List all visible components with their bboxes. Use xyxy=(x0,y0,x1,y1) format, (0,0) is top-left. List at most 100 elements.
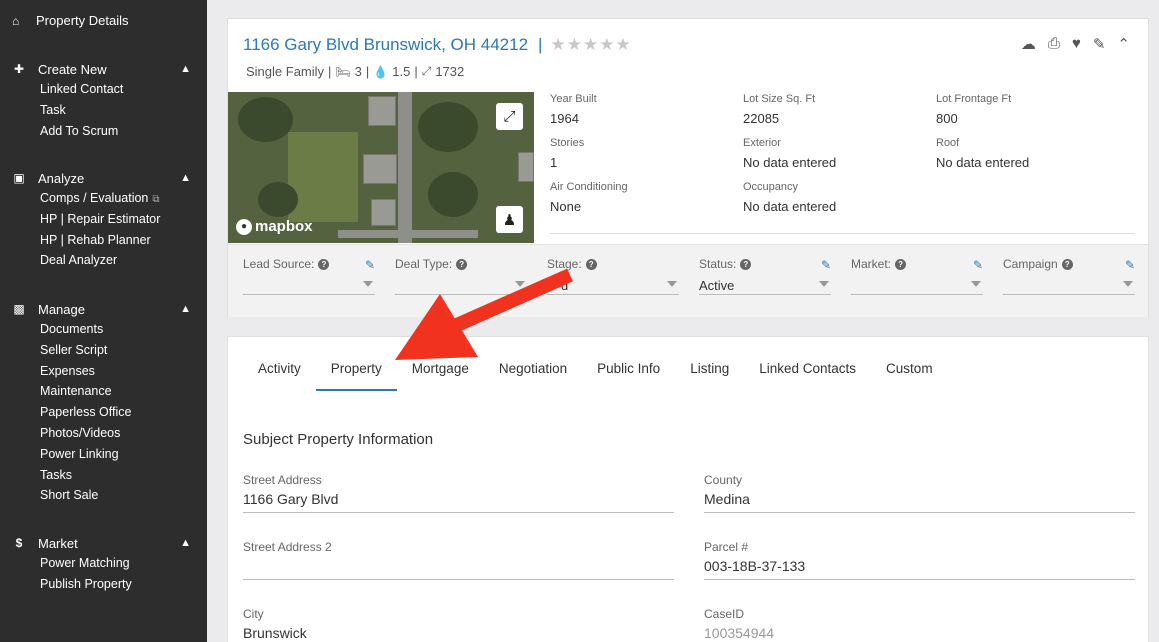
sidebar-item-deal-analyzer[interactable]: Deal Analyzer xyxy=(0,250,207,271)
pencil-icon[interactable]: ✎ xyxy=(1125,258,1135,272)
sidebar-item-power-matching[interactable]: Power Matching xyxy=(0,553,207,574)
county-input[interactable]: Medina xyxy=(704,489,1135,513)
case-id-field: CaseID 100354944 xyxy=(704,607,1135,642)
pencil-icon[interactable]: ✎ xyxy=(821,258,831,272)
satellite-map[interactable]: ⤢ ♟ ● mapbox xyxy=(228,92,534,243)
help-icon[interactable]: ? xyxy=(585,258,597,270)
lead-source-select[interactable] xyxy=(243,275,375,295)
fact-label: Roof xyxy=(936,137,960,149)
fact-value: No data entered xyxy=(743,199,837,214)
property-actions: ☁ ⎙ ♥ ✎ ⌃ xyxy=(1021,35,1130,53)
sidebar-item-rehab-planner[interactable]: HP | Rehab Planner xyxy=(0,230,207,251)
street-address-field: Street Address 1166 Gary Blvd xyxy=(243,473,674,530)
mapbox-logo-mark: ● xyxy=(236,218,252,235)
campaign-select[interactable] xyxy=(1003,275,1135,295)
status-select[interactable]: Active xyxy=(699,275,831,295)
chevron-up-icon[interactable]: ▲ xyxy=(180,172,191,184)
sidebar-item-documents[interactable]: Documents xyxy=(0,319,207,340)
map-tree xyxy=(238,97,293,142)
sidebar-item-repair-estimator[interactable]: HP | Repair Estimator xyxy=(0,209,207,230)
sidebar-item-property-details[interactable]: ⌂ Property Details xyxy=(12,13,128,28)
city-input[interactable]: Brunswick xyxy=(243,623,674,642)
cloud-upload-icon[interactable]: ☁ xyxy=(1021,35,1036,53)
tab-negotiation[interactable]: Negotiation xyxy=(484,353,582,391)
street-address-input[interactable]: 1166 Gary Blvd xyxy=(243,489,674,513)
deal-type-select[interactable] xyxy=(395,275,527,295)
heart-icon[interactable]: ♥ xyxy=(1072,35,1081,53)
field-label-text: Lead Source: xyxy=(243,257,315,271)
sidebar-item-linked-contact[interactable]: Linked Contact xyxy=(0,79,207,100)
sidebar-item-short-sale[interactable]: Short Sale xyxy=(0,485,207,506)
sidebar-section-header[interactable]: ▩ Manage ▲ xyxy=(0,299,207,319)
county-field: County Medina xyxy=(704,473,1135,530)
rating-stars[interactable]: ★★★★★ xyxy=(550,35,631,55)
stage-select[interactable]: d xyxy=(547,275,679,295)
sidebar-section-title: Create New xyxy=(38,61,107,77)
help-icon[interactable]: ? xyxy=(318,258,330,270)
sidebar-section-header[interactable]: ▣ Analyze ▲ xyxy=(0,168,207,188)
fact-roof: Roof No data entered xyxy=(936,137,1029,170)
street-view-icon[interactable]: ♟ xyxy=(496,206,523,233)
property-address-link[interactable]: 1166 Gary Blvd Brunswick, OH 44212 xyxy=(243,35,528,55)
title-separator: | xyxy=(538,35,543,54)
sidebar-item-seller-script[interactable]: Seller Script xyxy=(0,340,207,361)
parcel-input[interactable]: 003-18B-37-133 xyxy=(704,556,1135,580)
sidebar-item-task[interactable]: Task xyxy=(0,100,207,121)
market-field: Market:? ✎ xyxy=(851,257,983,295)
pencil-icon[interactable]: ✎ xyxy=(365,258,375,272)
fact-label: Lot Size Sq. Ft xyxy=(743,93,816,105)
field-label: Street Address 2 xyxy=(243,540,332,554)
map-house xyxy=(363,154,397,184)
sidebar-item-power-linking[interactable]: Power Linking xyxy=(0,444,207,465)
sidebar-section-header[interactable]: ✚ Create New ▲ xyxy=(0,59,207,79)
sidebar-section-header[interactable]: $ Market ▲ xyxy=(0,533,207,553)
sidebar-item-maintenance[interactable]: Maintenance xyxy=(0,381,207,402)
chevron-up-icon[interactable]: ▲ xyxy=(180,303,191,315)
print-icon[interactable]: ⎙ xyxy=(1048,35,1060,53)
detail-tabs: Activity Property Mortgage Negotiation P… xyxy=(243,353,948,391)
fact-label: Year Built xyxy=(550,93,597,105)
fullscreen-icon[interactable]: ⤢ xyxy=(496,103,523,130)
help-icon[interactable]: ? xyxy=(456,258,468,270)
sidebar-item-photos-videos[interactable]: Photos/Videos xyxy=(0,423,207,444)
field-label-text: Deal Type: xyxy=(395,257,453,271)
briefcase-icon: ▩ xyxy=(13,302,25,316)
property-type: Single Family xyxy=(246,64,325,79)
fact-label: Exterior xyxy=(743,137,781,149)
property-details-card: Activity Property Mortgage Negotiation P… xyxy=(227,336,1149,642)
chevron-up-icon[interactable]: ⌃ xyxy=(1117,35,1130,53)
sidebar-item-expenses[interactable]: Expenses xyxy=(0,361,207,382)
chevron-up-icon[interactable]: ▲ xyxy=(180,537,191,549)
tab-property[interactable]: Property xyxy=(315,353,397,391)
sidebar-section-title: Market xyxy=(38,535,78,551)
chevron-up-icon[interactable]: ▲ xyxy=(180,63,191,75)
help-icon[interactable]: ? xyxy=(895,258,907,270)
street-address-2-input[interactable] xyxy=(243,556,674,580)
pencil-icon[interactable]: ✎ xyxy=(973,258,983,272)
tab-public-info[interactable]: Public Info xyxy=(582,353,675,391)
tab-listing[interactable]: Listing xyxy=(675,353,744,391)
lead-source-field: Lead Source:? ✎ xyxy=(243,257,375,295)
help-icon[interactable]: ? xyxy=(740,258,752,270)
sidebar-item-tasks[interactable]: Tasks xyxy=(0,465,207,486)
map-house xyxy=(518,152,534,182)
tab-activity[interactable]: Activity xyxy=(243,353,316,391)
pencil-icon[interactable]: ✎ xyxy=(1093,35,1106,53)
lead-fields-strip: Lead Source:? ✎ Deal Type:? Stage:? d St… xyxy=(228,244,1148,317)
sidebar-item-publish-property[interactable]: Publish Property xyxy=(0,574,207,595)
market-select[interactable] xyxy=(851,275,983,295)
property-header: 1166 Gary Blvd Brunswick, OH 44212 | ★★★… xyxy=(243,35,632,55)
sidebar-item-paperless-office[interactable]: Paperless Office xyxy=(0,402,207,423)
external-link-icon: ⧉ xyxy=(152,194,160,205)
sidebar-item-comps-evaluation[interactable]: Comps / Evaluation ⧉ xyxy=(0,188,207,209)
tab-linked-contacts[interactable]: Linked Contacts xyxy=(744,353,871,391)
sidebar-item-add-to-scrum[interactable]: Add To Scrum xyxy=(0,121,207,142)
dollar-icon: $ xyxy=(15,536,23,550)
bed-count: 3 xyxy=(354,64,362,79)
fact-value: 1 xyxy=(550,155,558,170)
help-icon[interactable]: ? xyxy=(1061,258,1073,270)
tab-mortgage[interactable]: Mortgage xyxy=(397,353,484,391)
laptop-icon: ▣ xyxy=(13,171,25,185)
tab-custom[interactable]: Custom xyxy=(871,353,948,391)
sqft-value: 1732 xyxy=(435,64,465,79)
